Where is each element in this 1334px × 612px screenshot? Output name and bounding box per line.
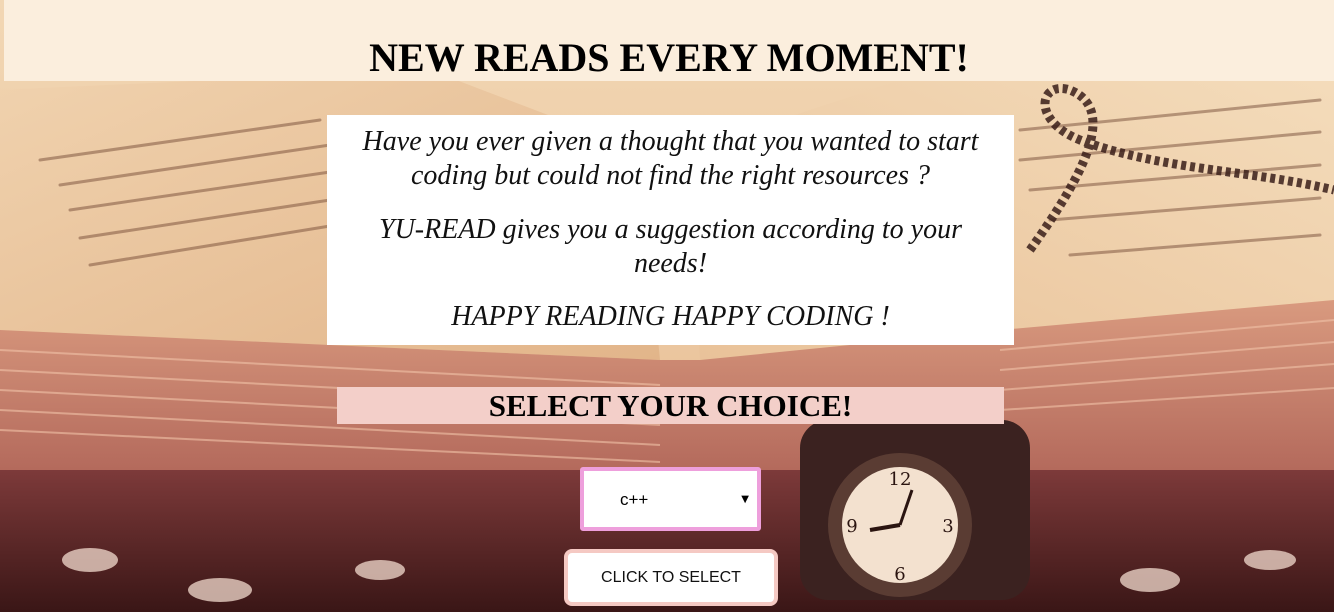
select-heading: SELECT YOUR CHOICE! bbox=[337, 387, 1004, 424]
svg-text:9: 9 bbox=[846, 516, 857, 537]
intro-tagline: HAPPY READING HAPPY CODING ! bbox=[451, 301, 890, 332]
intro-description: YU-READ gives you a suggestion according… bbox=[379, 214, 962, 279]
language-select-container[interactable]: c++ ▼ bbox=[580, 467, 761, 531]
header-banner: NEW READS EVERY MOMENT! bbox=[4, 0, 1334, 81]
intro-question: Have you ever given a thought that you w… bbox=[362, 126, 979, 191]
language-select[interactable]: c++ bbox=[584, 471, 757, 527]
svg-text:3: 3 bbox=[942, 516, 953, 537]
svg-text:12: 12 bbox=[889, 469, 912, 490]
svg-text:6: 6 bbox=[894, 564, 905, 585]
page-title: NEW READS EVERY MOMENT! bbox=[369, 35, 969, 80]
intro-card: Have you ever given a thought that you w… bbox=[327, 115, 1014, 345]
click-to-select-button[interactable]: CLICK TO SELECT bbox=[564, 549, 778, 606]
